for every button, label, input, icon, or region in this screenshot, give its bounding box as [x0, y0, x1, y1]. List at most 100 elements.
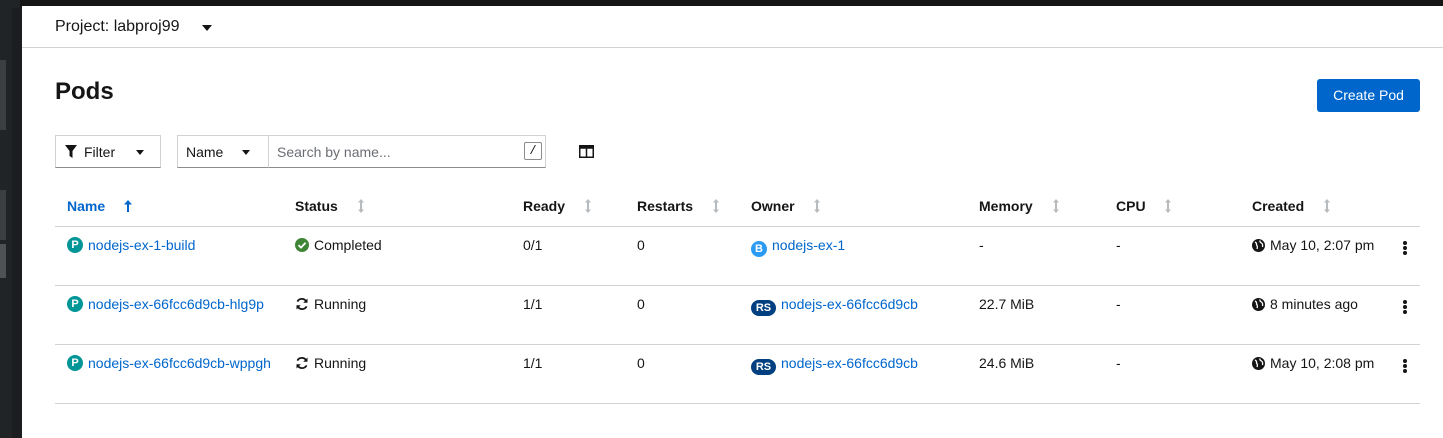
column-header-label: Restarts [637, 197, 694, 214]
replicaset-resource-badge: RS [751, 299, 776, 316]
replicaset-resource-badge: RS [751, 358, 776, 375]
create-pod-button[interactable]: Create Pod [1317, 79, 1420, 112]
column-header-actions [1378, 186, 1420, 226]
column-header-name[interactable]: Name [55, 186, 283, 226]
restarts-cell: 0 [637, 354, 645, 371]
created-timestamp: May 10, 2:08 pm [1270, 354, 1375, 371]
sort-icon [814, 198, 821, 213]
chevron-down-icon [136, 150, 144, 155]
pod-resource-badge: P [67, 236, 83, 253]
filter-icon [65, 145, 77, 158]
column-header-restarts[interactable]: Restarts [625, 186, 739, 226]
main-content: Project: labproj99 Pods Create Pod Filte… [22, 6, 1443, 438]
kebab-menu-icon[interactable] [1403, 299, 1407, 314]
sort-ascending-icon [124, 199, 133, 212]
column-header-label: Ready [523, 197, 566, 214]
cpu-cell: - [1116, 295, 1121, 312]
nav-segment [0, 60, 6, 130]
name-filter-type-dropdown[interactable]: Name [177, 135, 269, 168]
restarts-cell: 0 [637, 295, 645, 312]
sort-icon [1052, 198, 1059, 213]
search-input[interactable] [268, 135, 546, 168]
nav-scrollbar[interactable] [12, 8, 22, 438]
table-row: P nodejs-ex-66fcc6d9cb-wppgh Running 1/1… [55, 344, 1420, 403]
actions-cell [1378, 226, 1420, 285]
column-header-status[interactable]: Status [283, 186, 511, 226]
sort-icon [1165, 198, 1172, 213]
pod-name-link[interactable]: nodejs-ex-66fcc6d9cb-hlg9p [88, 296, 264, 312]
sync-icon [296, 297, 308, 310]
table-header-row: Name Status Ready Restarts Owner Memory … [55, 186, 1420, 226]
created-timestamp: 8 minutes ago [1270, 295, 1358, 312]
page-title: Pods [55, 78, 114, 105]
column-header-ready[interactable]: Ready [511, 186, 625, 226]
column-header-created[interactable]: Created [1240, 186, 1378, 226]
project-bar: Project: labproj99 [22, 6, 1443, 48]
column-header-label: Memory [979, 197, 1033, 214]
chevron-down-icon[interactable] [202, 25, 212, 31]
build-resource-badge: B [751, 240, 767, 257]
column-header-label: Owner [751, 197, 795, 214]
column-header-memory[interactable]: Memory [967, 186, 1104, 226]
filter-dropdown[interactable]: Filter [55, 135, 161, 168]
pod-resource-badge: P [67, 295, 83, 312]
chevron-down-icon [242, 150, 250, 155]
globe-icon [1252, 297, 1265, 311]
sort-icon [584, 198, 591, 213]
manage-columns-icon[interactable] [579, 145, 594, 158]
ready-cell: 0/1 [523, 236, 543, 253]
sort-icon [357, 198, 364, 213]
actions-cell [1378, 285, 1420, 344]
project-selector[interactable]: Project: labproj99 [55, 18, 180, 36]
column-header-label: Created [1252, 197, 1305, 214]
created-cell: 8 minutes ago [1240, 285, 1378, 344]
pod-resource-badge: P [67, 354, 83, 371]
ready-cell: 1/1 [523, 295, 543, 312]
column-header-owner[interactable]: Owner [739, 186, 967, 226]
column-header-cpu[interactable]: CPU [1104, 186, 1240, 226]
pod-name-cell: P nodejs-ex-66fcc6d9cb-hlg9p [55, 285, 283, 344]
globe-icon [1252, 238, 1265, 252]
cpu-cell: - [1116, 236, 1121, 253]
memory-cell: 22.7 MiB [979, 295, 1035, 312]
actions-cell [1378, 344, 1420, 403]
nav-segment [0, 190, 6, 240]
ready-cell: 1/1 [523, 354, 543, 371]
restarts-cell: 0 [637, 236, 645, 253]
status-text: Running [314, 295, 367, 312]
sort-icon [712, 198, 719, 213]
owner-link[interactable]: nodejs-ex-66fcc6d9cb [781, 355, 918, 371]
owner-link[interactable]: nodejs-ex-1 [772, 237, 845, 253]
created-timestamp: May 10, 2:07 pm [1270, 236, 1375, 253]
column-header-label: CPU [1116, 197, 1146, 214]
status-cell: Running [283, 344, 511, 403]
pod-name-link[interactable]: nodejs-ex-66fcc6d9cb-wppgh [88, 355, 271, 371]
owner-cell: RS nodejs-ex-66fcc6d9cb [739, 344, 967, 403]
pods-table: Name Status Ready Restarts Owner Memory … [55, 186, 1420, 404]
owner-cell: Bnodejs-ex-1 [739, 226, 967, 285]
table-row: P nodejs-ex-66fcc6d9cb-hlg9p Running 1/1… [55, 285, 1420, 344]
table-row: P nodejs-ex-1-build Completed 0/1 0 Bnod… [55, 226, 1420, 285]
created-cell: May 10, 2:08 pm [1240, 344, 1378, 403]
status-text: Completed [314, 236, 382, 253]
kebab-menu-icon[interactable] [1403, 240, 1407, 255]
pod-name-cell: P nodejs-ex-66fcc6d9cb-wppgh [55, 344, 283, 403]
status-cell: Running [283, 285, 511, 344]
owner-link[interactable]: nodejs-ex-66fcc6d9cb [781, 296, 918, 312]
status-cell: Completed [283, 226, 511, 285]
sort-icon [1324, 198, 1331, 213]
memory-cell: - [979, 236, 984, 253]
check-circle-icon [295, 237, 309, 252]
cpu-cell: - [1116, 354, 1121, 371]
nav-segment-active [0, 244, 6, 278]
pod-name-link[interactable]: nodejs-ex-1-build [88, 237, 195, 253]
pod-name-cell: P nodejs-ex-1-build [55, 226, 283, 285]
globe-icon [1252, 356, 1265, 370]
memory-cell: 24.6 MiB [979, 354, 1035, 371]
keyboard-shortcut-hint: / [524, 142, 542, 160]
name-filter-label: Name [186, 144, 224, 160]
owner-cell: RS nodejs-ex-66fcc6d9cb [739, 285, 967, 344]
kebab-menu-icon[interactable] [1403, 358, 1407, 373]
status-text: Running [314, 354, 367, 371]
column-header-label: Status [295, 197, 338, 214]
